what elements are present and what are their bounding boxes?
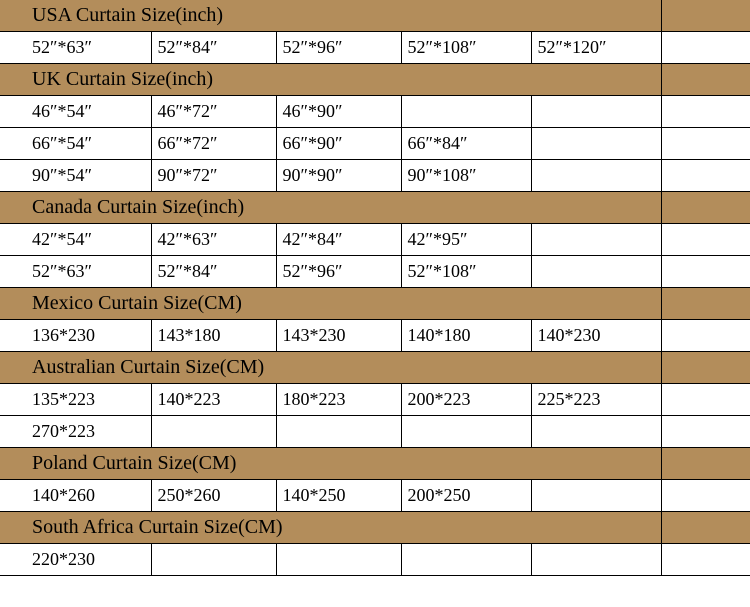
size-cell: 66″*72″ <box>151 128 276 160</box>
size-cell: 200*223 <box>401 384 531 416</box>
size-cell <box>531 96 661 128</box>
size-cell <box>276 416 401 448</box>
size-cell: 250*260 <box>151 480 276 512</box>
size-cell: 46″*72″ <box>151 96 276 128</box>
size-cell: 90″*72″ <box>151 160 276 192</box>
size-cell: 143*180 <box>151 320 276 352</box>
section-header: Australian Curtain Size(CM) <box>26 352 661 384</box>
size-cell: 66″*84″ <box>401 128 531 160</box>
size-cell: 135*223 <box>26 384 151 416</box>
size-cell <box>151 416 276 448</box>
section-header: Canada Curtain Size(inch) <box>26 192 661 224</box>
curtain-size-table: USA Curtain Size(inch) 52″*63″ 52″*84″ 5… <box>0 0 750 576</box>
size-cell: 42″*84″ <box>276 224 401 256</box>
size-cell: 42″*95″ <box>401 224 531 256</box>
size-cell: 270*223 <box>26 416 151 448</box>
size-cell: 66″*54″ <box>26 128 151 160</box>
size-cell <box>401 416 531 448</box>
size-cell: 225*223 <box>531 384 661 416</box>
size-cell: 52″*63″ <box>26 256 151 288</box>
size-cell: 52″*108″ <box>401 256 531 288</box>
section-header: Mexico Curtain Size(CM) <box>26 288 661 320</box>
size-cell <box>531 480 661 512</box>
size-cell <box>531 128 661 160</box>
size-cell: 90″*54″ <box>26 160 151 192</box>
size-cell: 46″*54″ <box>26 96 151 128</box>
size-cell: 220*230 <box>26 544 151 576</box>
size-cell: 136*230 <box>26 320 151 352</box>
size-cell: 52″*120″ <box>531 32 661 64</box>
size-cell: 52″*108″ <box>401 32 531 64</box>
size-cell: 52″*63″ <box>26 32 151 64</box>
size-cell: 200*250 <box>401 480 531 512</box>
size-cell: 52″*96″ <box>276 256 401 288</box>
size-cell: 140*250 <box>276 480 401 512</box>
section-header: UK Curtain Size(inch) <box>26 64 661 96</box>
size-cell: 42″*63″ <box>151 224 276 256</box>
size-cell <box>531 544 661 576</box>
size-cell <box>401 544 531 576</box>
size-cell: 140*223 <box>151 384 276 416</box>
size-cell <box>276 544 401 576</box>
size-cell <box>531 416 661 448</box>
size-cell: 52″*84″ <box>151 32 276 64</box>
size-cell: 140*260 <box>26 480 151 512</box>
size-cell <box>531 256 661 288</box>
size-cell: 180*223 <box>276 384 401 416</box>
size-cell <box>531 160 661 192</box>
section-header: Poland Curtain Size(CM) <box>26 448 661 480</box>
size-cell <box>401 96 531 128</box>
section-header: South Africa Curtain Size(CM) <box>26 512 661 544</box>
section-header: USA Curtain Size(inch) <box>26 0 661 32</box>
size-cell: 143*230 <box>276 320 401 352</box>
size-cell: 46″*90″ <box>276 96 401 128</box>
size-cell <box>151 544 276 576</box>
size-cell <box>531 224 661 256</box>
size-cell: 52″*96″ <box>276 32 401 64</box>
size-cell: 66″*90″ <box>276 128 401 160</box>
size-cell: 52″*84″ <box>151 256 276 288</box>
size-cell: 42″*54″ <box>26 224 151 256</box>
size-cell: 90″*108″ <box>401 160 531 192</box>
size-cell: 140*180 <box>401 320 531 352</box>
size-cell: 140*230 <box>531 320 661 352</box>
size-cell: 90″*90″ <box>276 160 401 192</box>
